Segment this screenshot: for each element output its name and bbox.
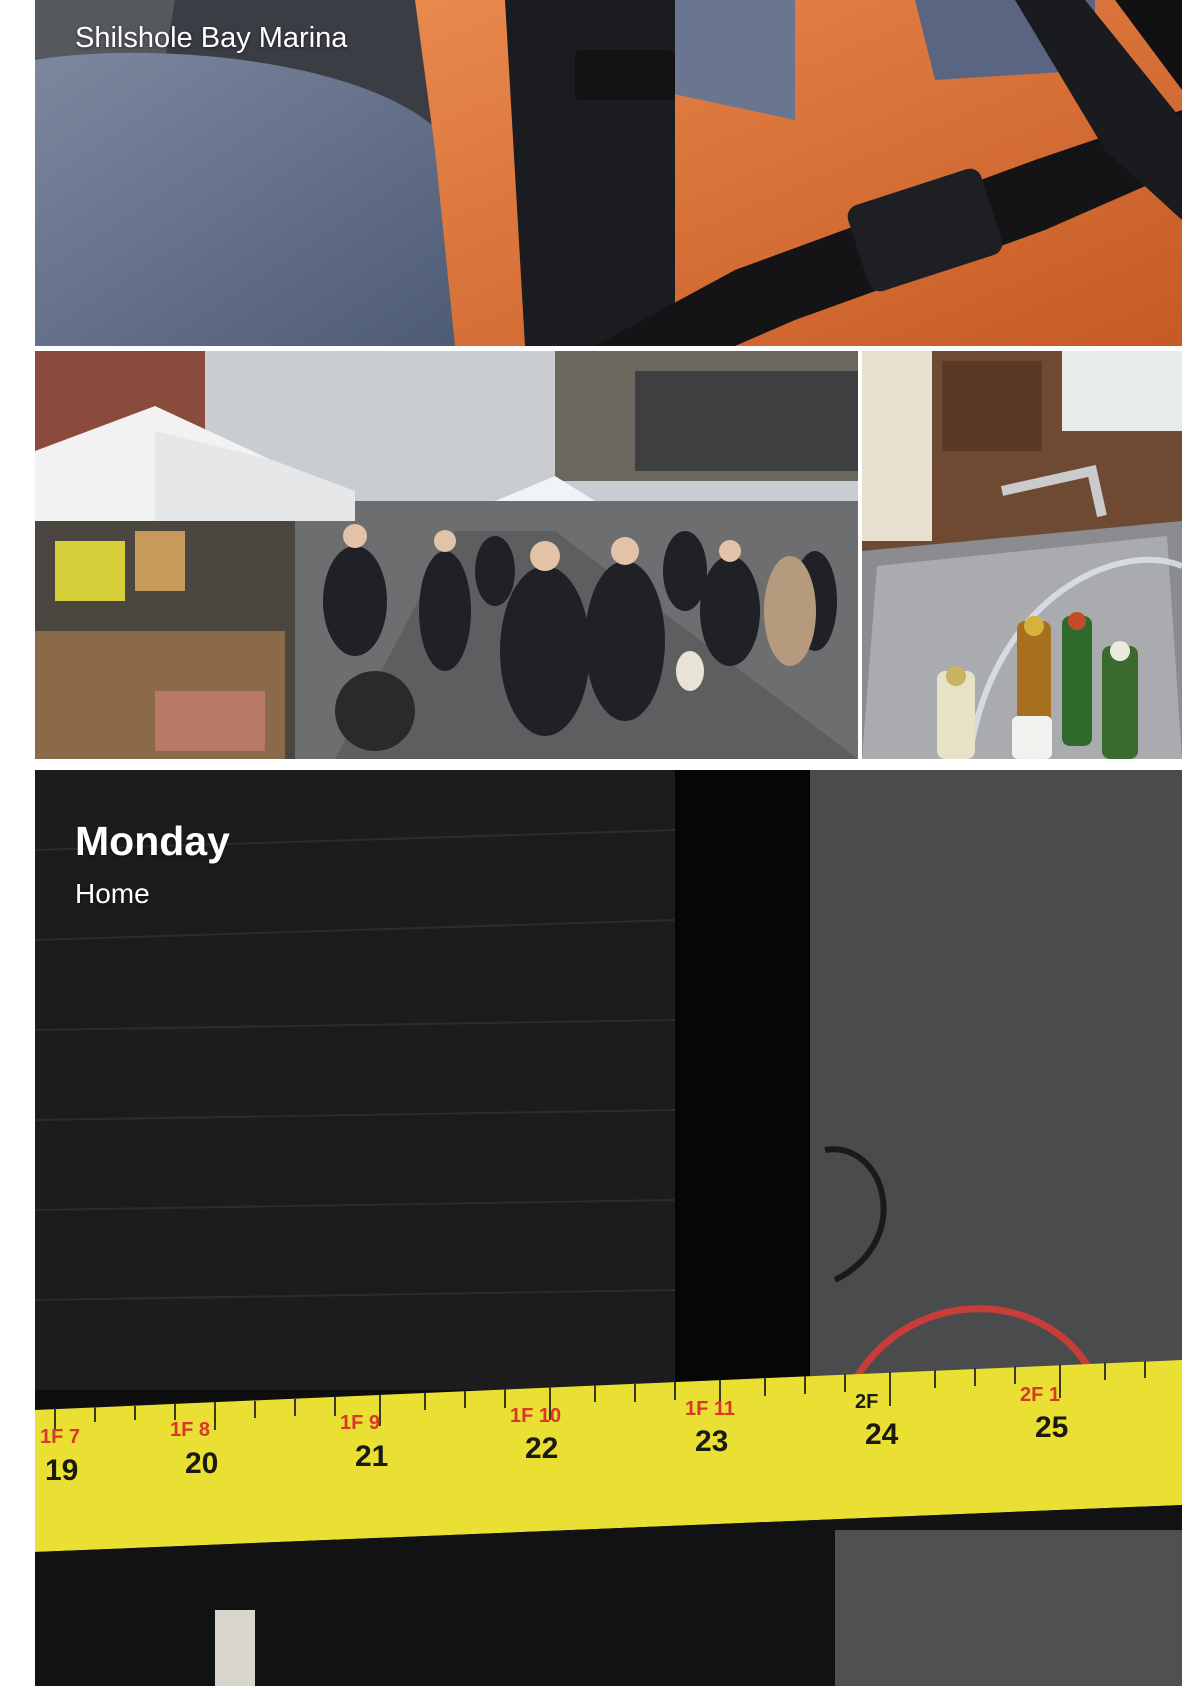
- tape-foot-label: 1F 8: [170, 1419, 210, 1441]
- tape-inch-23: 23: [695, 1425, 728, 1458]
- tape-foot-label: 2F: [855, 1391, 878, 1413]
- tape-inch-20: 20: [185, 1447, 218, 1480]
- tape-inch-24: 24: [865, 1418, 899, 1451]
- section-day-title: Monday: [75, 818, 230, 864]
- tape-inch-21: 21: [355, 1440, 388, 1473]
- tape-inch-19: 19: [45, 1454, 78, 1487]
- cooler-photo: [862, 351, 1182, 759]
- tape-foot-label: 1F 10: [510, 1405, 561, 1427]
- market-photo: [35, 351, 858, 759]
- tape-foot-label: 1F 11: [685, 1398, 735, 1420]
- section-location-label: Shilshole Bay Marina: [75, 22, 348, 54]
- photo-tile-jacket[interactable]: Shilshole Bay Marina: [35, 0, 1182, 346]
- tape-inch-25: 25: [1035, 1411, 1068, 1444]
- tape-foot-label: 1F 9: [340, 1412, 380, 1434]
- photo-tile-cooler[interactable]: [862, 351, 1182, 759]
- tape-inch-22: 22: [525, 1432, 558, 1465]
- tape-foot-label: 1F 7: [40, 1426, 80, 1448]
- photo-gallery: Shilshole Bay Marina 19 20 21 22 23 24 2…: [0, 0, 1182, 1686]
- tape-measure-photo: 19 20 21 22 23 24 25 1F 7 1F 8 1F 9 1F 1…: [35, 770, 1182, 1686]
- section-location-label: Home: [75, 878, 150, 909]
- photo-tile-tape-measure[interactable]: 19 20 21 22 23 24 25 1F 7 1F 8 1F 9 1F 1…: [35, 770, 1182, 1686]
- tape-foot-label: 2F 1: [1020, 1384, 1060, 1406]
- photo-tile-market[interactable]: [35, 351, 858, 759]
